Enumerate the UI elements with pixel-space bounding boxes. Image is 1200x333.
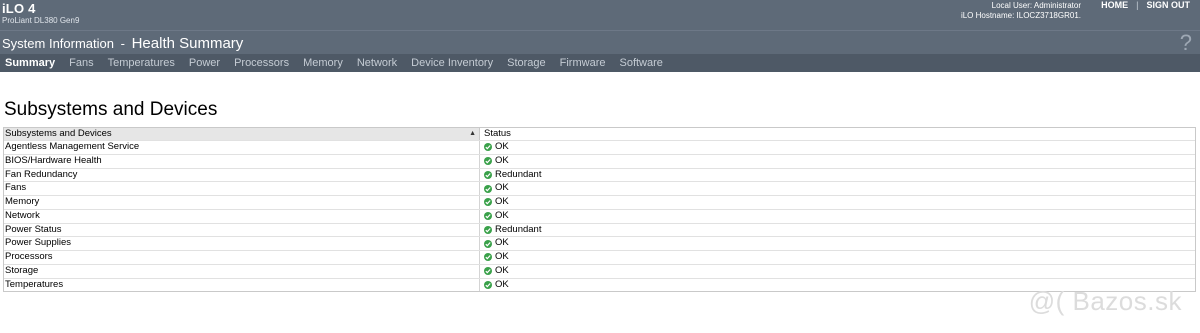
status-cell: OK [480, 265, 1195, 278]
check-circle-icon [484, 212, 492, 221]
sign-out-link[interactable]: SIGN OUT [1146, 0, 1190, 10]
title-bar: System Information - Health Summary ? [0, 30, 1200, 55]
tab-memory[interactable]: Memory [296, 57, 350, 69]
tab-bar: Summary Fans Temperatures Power Processors Me… [0, 54, 1200, 72]
subsystem-name: Fan Redundancy [4, 168, 480, 182]
table-header: Subsystems and Devices ▲ Status [4, 128, 1195, 140]
table-row: Temperatures OK [4, 277, 1195, 292]
top-header: iLO 4 ProLiant DL380 Gen9 Local User: Ad… [0, 0, 1200, 30]
tab-power[interactable]: Power [182, 57, 227, 69]
status-cell: OK [480, 155, 1195, 168]
status-cell: OK [480, 196, 1195, 209]
tab-firmware[interactable]: Firmware [553, 57, 613, 69]
check-circle-icon [484, 157, 492, 166]
check-circle-icon [484, 143, 492, 152]
tab-software[interactable]: Software [612, 57, 669, 69]
check-circle-icon [484, 225, 492, 234]
watermark: @( Bazos.sk [1028, 286, 1182, 316]
subsystem-name: Network [4, 209, 480, 223]
tab-device-inventory[interactable]: Device Inventory [404, 57, 500, 69]
tab-summary[interactable]: Summary [0, 57, 62, 69]
help-icon[interactable]: ? [1180, 30, 1192, 56]
tab-temperatures[interactable]: Temperatures [101, 57, 182, 69]
tab-processors[interactable]: Processors [227, 57, 296, 69]
status-cell: OK [480, 237, 1195, 250]
brand-logo: iLO 4 [2, 1, 36, 16]
status-text: OK [495, 141, 509, 152]
status-cell: OK [480, 141, 1195, 154]
table-body: Agentless Management Service OK BIOS/Hardw… [4, 140, 1195, 292]
subsystem-name: BIOS/Hardware Health [4, 154, 480, 168]
section-heading: Subsystems and Devices [4, 99, 218, 120]
check-circle-icon [484, 184, 492, 193]
table-row: Processors OK [4, 250, 1195, 264]
subsystem-name: Memory [4, 196, 480, 209]
column-header-status[interactable]: Status [480, 128, 1195, 140]
table-row: Memory OK [4, 195, 1195, 209]
check-circle-icon [484, 239, 492, 248]
table-row: Fan Redundancy Redundant [4, 167, 1195, 182]
status-text: OK [495, 182, 509, 194]
status-text: OK [495, 154, 509, 166]
table-row: Fans OK [4, 181, 1195, 195]
status-text: OK [495, 196, 509, 207]
page-title: System Information - Health Summary [2, 35, 243, 52]
title-separator: - [120, 36, 125, 51]
column-label: Subsystems and Devices [5, 128, 112, 139]
top-links: HOME | SIGN OUT [1101, 0, 1190, 10]
table-row: Network OK [4, 208, 1195, 223]
status-text: OK [495, 237, 509, 249]
status-cell: Redundant [480, 224, 1195, 237]
subsystem-name: Storage [4, 264, 480, 278]
status-text: Redundant [495, 223, 542, 235]
home-link[interactable]: HOME [1101, 0, 1128, 10]
subsystems-table: Subsystems and Devices ▲ Status Agentles… [3, 127, 1196, 293]
page-name: Health Summary [131, 35, 244, 52]
check-circle-icon [484, 267, 492, 276]
section-name: System Information [2, 36, 114, 51]
status-text: OK [495, 278, 509, 290]
tab-storage[interactable]: Storage [500, 57, 553, 69]
table-row: Storage OK [4, 263, 1195, 278]
status-text: Redundant [495, 168, 542, 180]
local-user-label: Local User: Administrator [991, 1, 1081, 10]
status-cell: OK [480, 182, 1195, 195]
hostname-label: iLO Hostname: ILOCZ3718GR01. [960, 11, 1081, 20]
status-text: OK [495, 251, 509, 262]
subsystem-name: Temperatures [4, 278, 480, 292]
tab-fans[interactable]: Fans [62, 57, 100, 69]
subsystem-name: Power Supplies [4, 237, 480, 250]
subsystem-name: Power Status [4, 223, 480, 237]
status-text: OK [495, 264, 509, 276]
link-separator: | [1136, 0, 1139, 10]
tab-network[interactable]: Network [350, 57, 404, 69]
subsystem-name: Agentless Management Service [4, 141, 480, 154]
check-circle-icon [484, 253, 492, 262]
sort-ascending-icon: ▲ [469, 130, 476, 137]
check-circle-icon [484, 198, 492, 207]
check-circle-icon [484, 170, 492, 179]
table-row: BIOS/Hardware Health OK [4, 153, 1195, 168]
status-cell: Redundant [480, 169, 1195, 182]
status-cell: OK [480, 251, 1195, 264]
column-header-subsystems[interactable]: Subsystems and Devices ▲ [4, 128, 480, 140]
user-info: Local User: Administrator iLO Hostname: … [961, 1, 1081, 21]
status-text: OK [495, 209, 509, 221]
status-cell: OK [480, 210, 1195, 223]
subsystem-name: Fans [4, 182, 480, 195]
subsystem-name: Processors [4, 251, 480, 264]
check-circle-icon [484, 280, 492, 289]
table-row: Power Status Redundant [4, 222, 1195, 237]
table-row: Power Supplies OK [4, 236, 1195, 250]
server-model: ProLiant DL380 Gen9 [2, 16, 80, 25]
table-row: Agentless Management Service OK [4, 140, 1195, 154]
